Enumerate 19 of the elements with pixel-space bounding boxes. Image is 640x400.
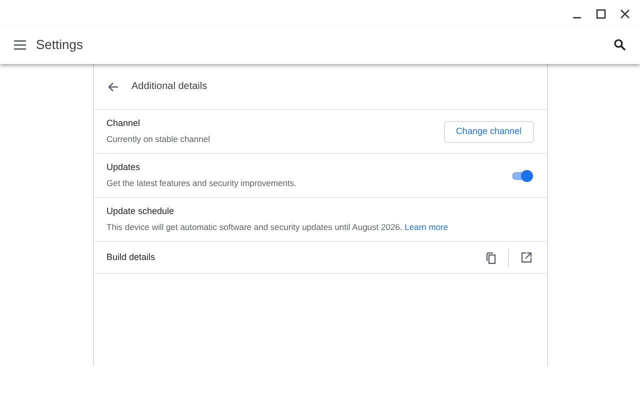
copy-icon[interactable] (486, 252, 496, 264)
row-label: Update schedule (106, 204, 174, 218)
search-icon[interactable] (614, 39, 626, 51)
maximize-icon[interactable] (596, 9, 606, 19)
toggle-switch[interactable] (510, 170, 532, 182)
menu-icon[interactable] (14, 40, 26, 50)
row-label: Channel (106, 116, 140, 130)
row-description: Get the latest features and security improvements. (106, 177, 296, 190)
row-description: This device will get automatic software and security updates until August 2026. Learn more (106, 221, 448, 234)
back-arrow-icon[interactable] (108, 82, 118, 92)
app-title: Settings (36, 36, 83, 54)
learn-more-link[interactable]: Learn more (404, 222, 448, 232)
row-label: Build details (106, 250, 156, 264)
change-channel-button[interactable]: Change channel (444, 120, 534, 142)
close-icon[interactable] (620, 9, 630, 19)
row-label: Updates (106, 160, 140, 174)
row-description: Currently on stable channel (106, 133, 210, 146)
external-link-icon[interactable] (520, 252, 532, 263)
page-title: Additional details (132, 80, 208, 94)
